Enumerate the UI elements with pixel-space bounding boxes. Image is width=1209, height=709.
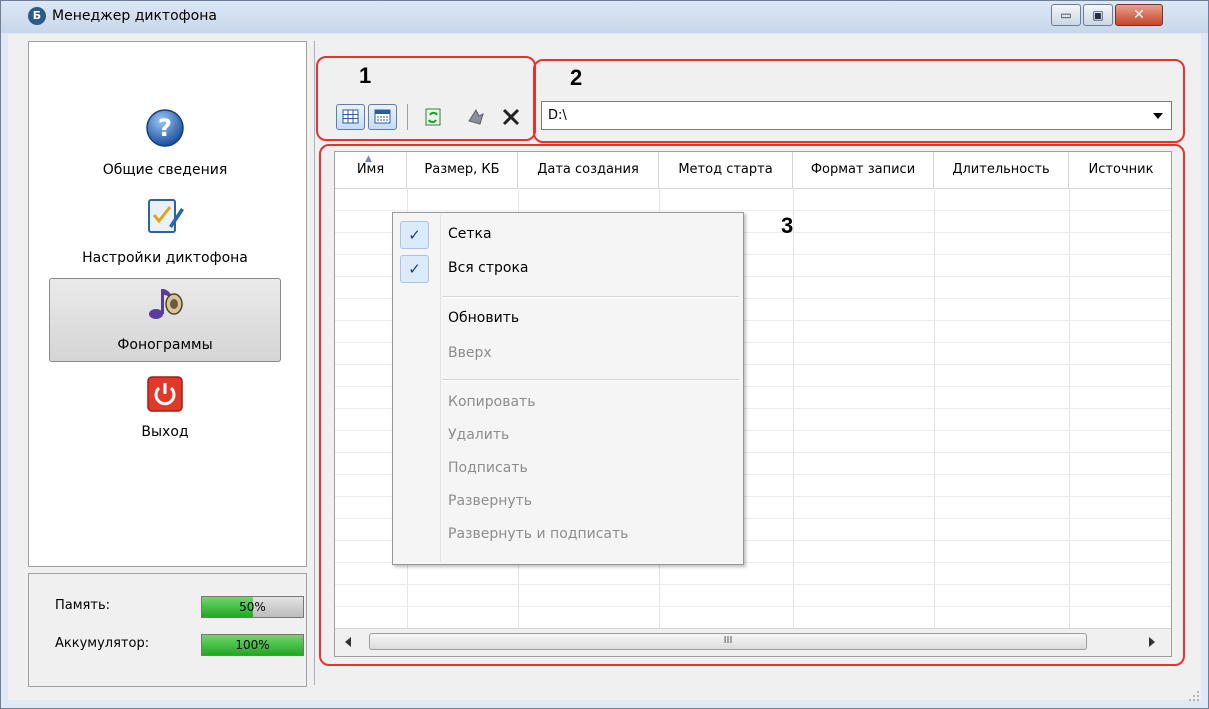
settings-checklist-icon <box>148 199 184 233</box>
sidebar-item-label: Настройки диктофона <box>82 250 248 266</box>
sidebar-item-label: Фонограммы <box>117 337 213 353</box>
resize-grip-icon[interactable] <box>1188 690 1200 702</box>
power-icon <box>147 376 183 412</box>
sidebar-item-exit[interactable]: Выход <box>49 372 281 452</box>
callout-box-path <box>533 59 1185 143</box>
music-speaker-icon <box>149 289 183 319</box>
title-bar[interactable]: Б Менеджер диктофона ▭ ▣ ✕ <box>1 1 1208 33</box>
battery-progress-bar: 100% <box>201 634 304 656</box>
callout-number-3: 3 <box>781 213 794 238</box>
battery-progress-value: 100% <box>235 638 270 652</box>
sidebar-item-label: Общие сведения <box>102 162 228 178</box>
sidebar-item-recordings[interactable]: Фонограммы <box>49 278 281 362</box>
status-panel: Память: 50% Аккумулятор: 100% <box>28 573 307 687</box>
sidebar-item-recorder-settings[interactable]: Настройки диктофона <box>49 192 281 272</box>
panel-divider <box>314 41 315 685</box>
memory-progress-value: 50% <box>239 600 266 614</box>
close-button[interactable]: ✕ <box>1115 4 1163 26</box>
memory-label: Память: <box>55 598 110 613</box>
callout-box-toolbar <box>316 56 536 141</box>
minimize-button[interactable]: ▭ <box>1051 4 1081 26</box>
callout-number-1: 1 <box>359 63 372 88</box>
sidebar-item-general-info[interactable]: ? Общие сведения <box>49 82 281 178</box>
svg-text:?: ? <box>158 114 172 142</box>
sidebar-item-label: Выход <box>141 424 189 440</box>
minimize-icon: ▭ <box>1060 8 1072 22</box>
sidebar: ? Общие сведения Настройки диктофона Фон… <box>28 41 307 567</box>
close-icon: ✕ <box>1133 7 1145 23</box>
app-window: Б Менеджер диктофона ▭ ▣ ✕ ? Общие сведе… <box>0 0 1209 709</box>
app-logo-icon: Б <box>28 7 46 25</box>
battery-label: Аккумулятор: <box>55 636 150 651</box>
maximize-button[interactable]: ▣ <box>1083 4 1113 26</box>
maximize-icon: ▣ <box>1092 8 1104 22</box>
help-icon: ? <box>146 109 184 147</box>
window-title: Менеджер диктофона <box>52 8 217 24</box>
callout-number-2: 2 <box>570 65 583 90</box>
memory-progress-bar: 50% <box>201 596 304 618</box>
callout-box-table <box>319 144 1185 666</box>
